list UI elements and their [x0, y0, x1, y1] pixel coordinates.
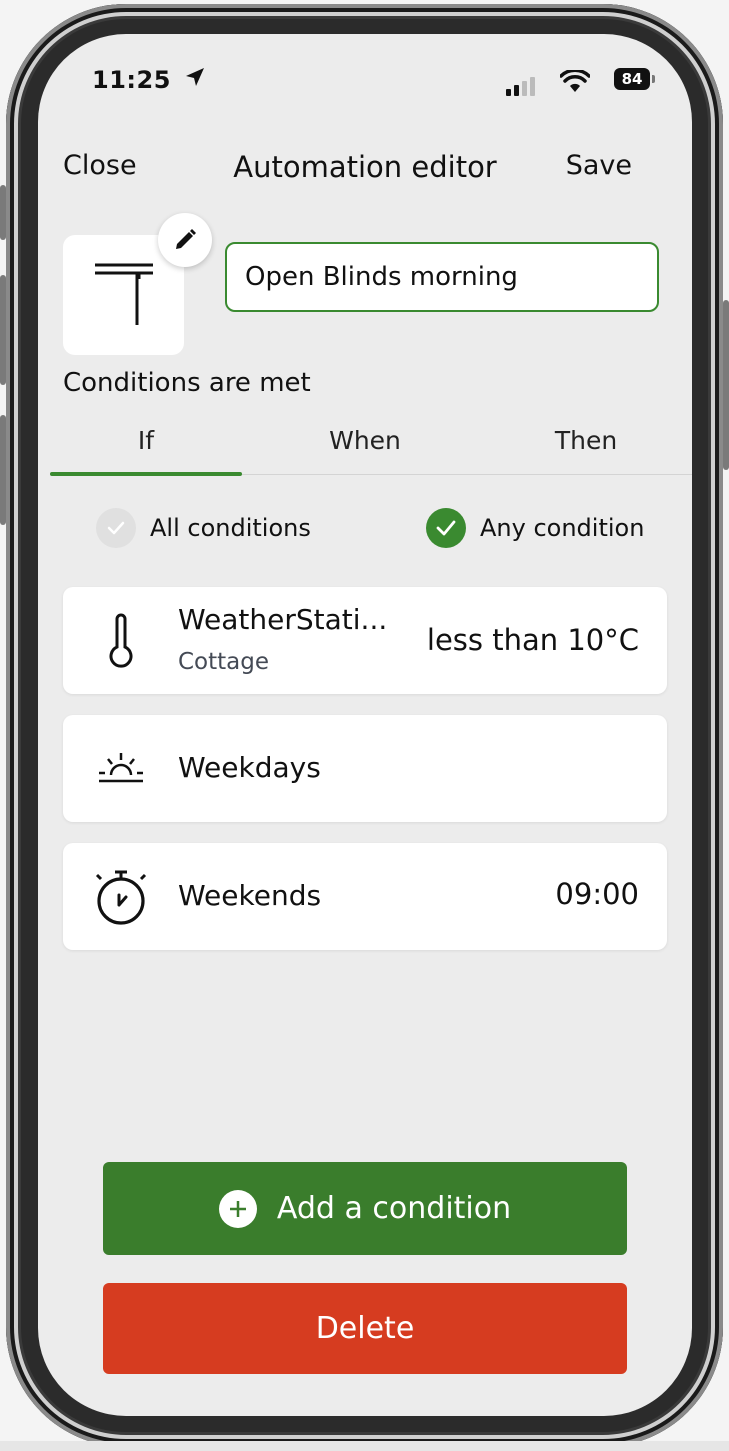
battery-level: 84 — [621, 70, 643, 88]
condition-subtitle: Cottage — [178, 649, 270, 675]
condition-value: 09:00 — [555, 877, 639, 911]
side-button-volume-up — [0, 275, 6, 385]
delete-button[interactable]: Delete — [103, 1283, 627, 1374]
bottom-shade — [0, 1441, 729, 1451]
status-time: 11:25 — [92, 66, 206, 94]
pencil-icon — [176, 229, 196, 249]
tab-bar: If When Then — [50, 418, 692, 476]
save-button[interactable]: Save — [566, 150, 632, 181]
edit-icon-button[interactable] — [158, 213, 212, 267]
tab-when[interactable]: When — [265, 426, 465, 455]
plus-circle-icon — [218, 1189, 257, 1228]
tab-if[interactable]: If — [50, 426, 242, 455]
wifi-icon — [559, 68, 591, 98]
condition-card[interactable]: Weekends 09:00 — [63, 843, 667, 950]
tab-then[interactable]: Then — [486, 426, 686, 455]
condition-title: Weekdays — [178, 751, 321, 784]
conditions-header: Conditions are met — [63, 368, 311, 398]
condition-card[interactable]: WeatherStati... Cottage less than 10°C — [63, 587, 667, 694]
side-button-power — [723, 300, 729, 470]
location-arrow-icon — [184, 66, 206, 94]
condition-title: WeatherStati... — [178, 603, 388, 636]
unchecked-circle-icon — [96, 508, 136, 548]
automation-name-input[interactable] — [225, 242, 659, 312]
condition-value: less than 10°C — [426, 623, 639, 657]
delete-label: Delete — [315, 1311, 415, 1346]
side-button-mute — [0, 185, 6, 240]
checked-circle-icon — [426, 508, 466, 548]
active-tab-indicator — [50, 472, 242, 476]
battery-icon: 84 — [614, 68, 655, 90]
status-time-text: 11:25 — [92, 66, 171, 94]
side-button-volume-down — [0, 415, 6, 525]
cellular-signal-icon — [506, 76, 540, 100]
nav-bar: Close Automation editor Save — [38, 150, 692, 194]
add-condition-button[interactable]: Add a condition — [103, 1162, 627, 1255]
add-condition-label: Add a condition — [276, 1191, 512, 1226]
app-screen: 11:25 84 Close Automation editor Save Op… — [38, 34, 692, 1416]
status-bar: 11:25 84 — [38, 34, 692, 124]
condition-card[interactable]: Weekdays — [63, 715, 667, 822]
sunrise-icon — [91, 741, 151, 797]
radio-all-conditions[interactable]: All conditions — [96, 508, 311, 548]
match-mode-selector: All conditions Any condition — [38, 508, 692, 548]
radio-any-condition[interactable]: Any condition — [426, 508, 644, 548]
radio-any-label: Any condition — [480, 514, 645, 542]
thermometer-icon — [91, 613, 151, 669]
condition-title: Weekends — [178, 879, 322, 912]
radio-all-label: All conditions — [150, 514, 311, 542]
stopwatch-icon — [91, 869, 151, 925]
